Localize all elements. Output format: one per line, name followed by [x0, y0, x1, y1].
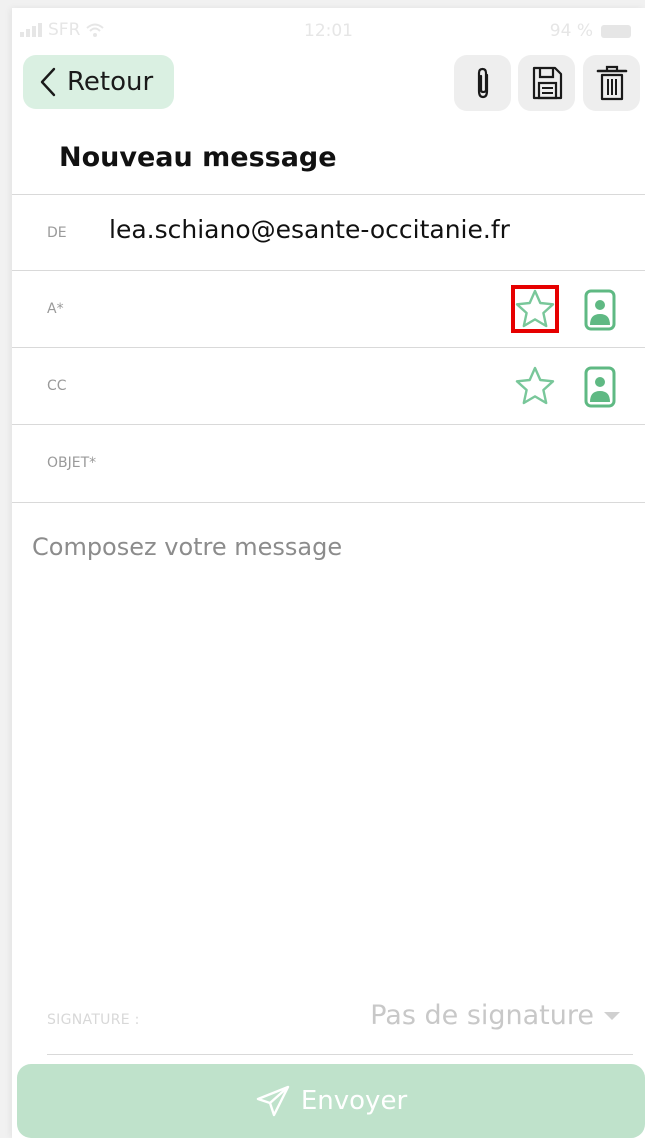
- to-contacts-button[interactable]: [582, 287, 618, 333]
- save-button[interactable]: [518, 55, 575, 111]
- star-icon: [515, 366, 555, 405]
- attach-button[interactable]: [454, 55, 511, 111]
- signature-divider: [47, 1054, 633, 1055]
- paper-plane-icon: [256, 1085, 290, 1117]
- subject-row[interactable]: OBJET*: [12, 424, 645, 501]
- signature-label: SIGNATURE :: [47, 1012, 140, 1028]
- subject-label: OBJET*: [47, 455, 97, 471]
- caret-down-icon: [604, 1011, 620, 1020]
- from-label: DE: [47, 225, 67, 241]
- to-label: A*: [47, 301, 64, 317]
- cc-favorites-button[interactable]: [511, 362, 559, 410]
- page-title: Nouveau message: [59, 142, 337, 173]
- send-label: Envoyer: [300, 1086, 408, 1116]
- trash-icon: [596, 65, 627, 101]
- battery-icon: [601, 24, 631, 38]
- cc-contacts-button[interactable]: [582, 364, 618, 410]
- delete-button[interactable]: [583, 55, 640, 111]
- cc-label: CC: [47, 378, 67, 394]
- chevron-left-icon: [40, 67, 56, 97]
- from-row: DE lea.schiano@esante-occitanie.fr: [12, 194, 645, 271]
- contact-card-icon: [584, 366, 616, 408]
- message-body: [12, 502, 645, 973]
- contact-card-icon: [584, 289, 616, 331]
- compose-screen: SFR 12:01 94 % Retour Nouveau message DE…: [12, 8, 645, 1138]
- status-right: 94 %: [550, 21, 631, 41]
- cc-row[interactable]: CC: [12, 347, 645, 424]
- signature-select[interactable]: Pas de signature: [370, 1000, 620, 1031]
- status-bar: SFR 12:01 94 %: [12, 16, 645, 46]
- back-button[interactable]: Retour: [23, 55, 174, 109]
- star-icon: [515, 289, 555, 328]
- battery-percent: 94 %: [549, 21, 593, 41]
- signature-value: Pas de signature: [370, 1000, 594, 1031]
- from-value: lea.schiano@esante-occitanie.fr: [109, 215, 510, 244]
- send-button[interactable]: Envoyer: [17, 1064, 645, 1138]
- floppy-disk-icon: [532, 66, 562, 100]
- message-input[interactable]: [30, 531, 634, 955]
- back-label: Retour: [67, 67, 154, 97]
- to-row[interactable]: A*: [12, 270, 645, 347]
- paperclip-icon: [477, 67, 488, 99]
- to-favorites-button[interactable]: [511, 285, 559, 333]
